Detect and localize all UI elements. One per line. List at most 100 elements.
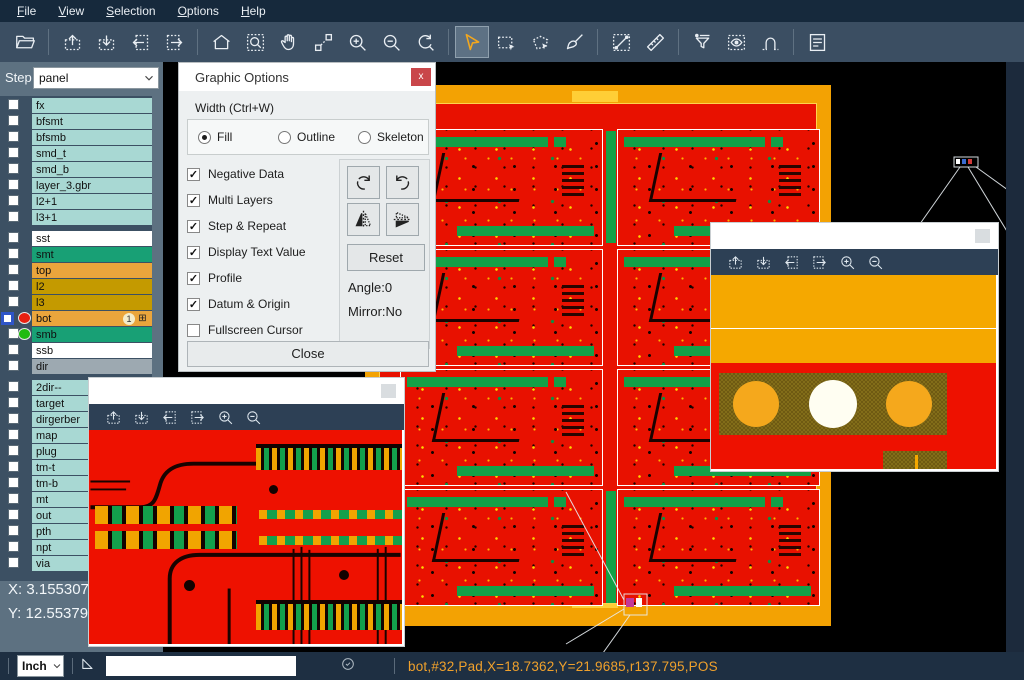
snap-button[interactable] [753, 26, 787, 58]
layer-row-fx[interactable]: fx [0, 98, 152, 113]
layer-row-smd_t[interactable]: smd_t [0, 146, 152, 161]
shift-down-button[interactable] [749, 254, 777, 271]
layer-visibility-checkbox[interactable] [8, 211, 19, 222]
zoom-previous-button[interactable] [408, 26, 442, 58]
layer-visibility-checkbox[interactable] [8, 381, 19, 392]
report-button[interactable] [800, 26, 834, 58]
menu-view[interactable]: View [47, 2, 95, 21]
reset-button[interactable]: Reset [347, 244, 425, 271]
clean-brush-button[interactable] [557, 26, 591, 58]
layer-visibility-checkbox[interactable] [8, 360, 19, 371]
layer-row-l3[interactable]: l3 [0, 295, 152, 310]
close-button[interactable]: Close [187, 341, 429, 367]
measure-distance-button[interactable] [604, 26, 638, 58]
layer-visibility-checkbox[interactable] [8, 296, 19, 307]
filter-button[interactable] [685, 26, 719, 58]
shift-right-button[interactable] [183, 409, 211, 426]
rotate-cw-button[interactable] [347, 166, 380, 199]
zoom-window-button[interactable] [238, 26, 272, 58]
checkbox-fullscreen-cursor[interactable]: Fullscreen Cursor [187, 317, 337, 343]
layer-visibility-checkbox[interactable] [8, 280, 19, 291]
grid-icon[interactable]: ⊞ [135, 313, 150, 324]
layer-visibility-checkbox[interactable] [8, 413, 19, 424]
menu-options[interactable]: Options [167, 2, 230, 21]
menu-file[interactable]: File [6, 2, 47, 21]
shift-up-button[interactable] [99, 409, 127, 426]
layer-row-sst[interactable]: sst [0, 231, 152, 246]
layer-row-top[interactable]: top [0, 263, 152, 278]
window-options-button[interactable] [975, 229, 990, 243]
select-cursor-button[interactable] [455, 26, 489, 58]
layer-row-smd_b[interactable]: smd_b [0, 162, 152, 177]
checkbox-profile[interactable]: ✓Profile [187, 265, 337, 291]
checkbox-datum-origin[interactable]: ✓Datum & Origin [187, 291, 337, 317]
shift-left-button[interactable] [155, 409, 183, 426]
vertical-scrollbar[interactable] [1006, 62, 1024, 652]
layer-visibility-checkbox[interactable] [8, 509, 19, 520]
layer-visibility-checkbox[interactable] [8, 445, 19, 456]
checkbox-negative-data[interactable]: ✓Negative Data [187, 161, 337, 187]
layer-row-l2[interactable]: l2 [0, 279, 152, 294]
shift-down-button[interactable] [89, 26, 123, 58]
shift-left-button[interactable] [777, 254, 805, 271]
magnifier-title-bar[interactable] [89, 378, 404, 404]
pan-hand-button[interactable] [272, 26, 306, 58]
window-options-button[interactable] [381, 384, 396, 398]
layer-visibility-checkbox[interactable] [8, 264, 19, 275]
checkbox-multi-layers[interactable]: ✓Multi Layers [187, 187, 337, 213]
layer-visibility-checkbox[interactable] [8, 525, 19, 536]
layer-row-l2+1[interactable]: l2+1 [0, 194, 152, 209]
magnifier-view-bottom[interactable] [89, 430, 402, 644]
shift-left-button[interactable] [123, 26, 157, 58]
layer-visibility-checkbox[interactable] [8, 557, 19, 568]
checkbox-display-text-value[interactable]: ✓Display Text Value [187, 239, 337, 265]
layer-row-ssb[interactable]: ssb [0, 343, 152, 358]
ruler-button[interactable] [638, 26, 672, 58]
layer-row-bfsmb[interactable]: bfsmb [0, 130, 152, 145]
shift-right-button[interactable] [157, 26, 191, 58]
home-view-button[interactable] [204, 26, 238, 58]
layer-visibility-checkbox[interactable] [8, 163, 19, 174]
zoom-in-button[interactable] [211, 409, 239, 426]
flip-vertical-button[interactable] [386, 203, 419, 236]
layer-row-layer_3.gbr[interactable]: layer_3.gbr [0, 178, 152, 193]
rect-select-button[interactable] [489, 26, 523, 58]
magnifier-view-top[interactable] [711, 275, 996, 469]
layer-row-smt[interactable]: smt [0, 247, 152, 262]
zoom-in-button[interactable] [340, 26, 374, 58]
layer-visibility-checkbox[interactable] [8, 147, 19, 158]
zoom-out-button[interactable] [861, 254, 889, 271]
layer-visibility-checkbox[interactable] [1, 312, 14, 325]
layer-row-dir[interactable]: dir [0, 359, 152, 374]
shift-down-button[interactable] [127, 409, 155, 426]
layer-visibility-checkbox[interactable] [8, 477, 19, 488]
polygon-select-button[interactable] [523, 26, 557, 58]
layer-row-l3+1[interactable]: l3+1 [0, 210, 152, 225]
shift-up-button[interactable] [55, 26, 89, 58]
layer-visibility-checkbox[interactable] [8, 131, 19, 142]
layer-visibility-checkbox[interactable] [8, 344, 19, 355]
layer-visibility-checkbox[interactable] [8, 461, 19, 472]
layer-visibility-checkbox[interactable] [8, 429, 19, 440]
layer-row-smb[interactable]: smb [0, 327, 152, 342]
layer-visibility-checkbox[interactable] [8, 248, 19, 259]
menu-selection[interactable]: Selection [95, 2, 166, 21]
layer-visibility-checkbox[interactable] [8, 115, 19, 126]
unit-select[interactable]: Inch [17, 655, 64, 677]
checkbox-step-repeat[interactable]: ✓Step & Repeat [187, 213, 337, 239]
radio-fill[interactable]: Fill [198, 130, 268, 144]
layer-visibility-checkbox[interactable] [8, 99, 19, 110]
radio-outline[interactable]: Outline [278, 130, 348, 144]
zoom-out-button[interactable] [374, 26, 408, 58]
step-select[interactable]: panel [33, 67, 159, 89]
move-object-button[interactable] [306, 26, 340, 58]
rotate-ccw-button[interactable] [386, 166, 419, 199]
menu-help[interactable]: Help [230, 2, 277, 21]
layer-row-bfsmt[interactable]: bfsmt [0, 114, 152, 129]
layer-visibility-checkbox[interactable] [8, 541, 19, 552]
command-input[interactable] [106, 656, 296, 676]
dialog-close-icon[interactable]: x [411, 68, 431, 86]
layer-visibility-checkbox[interactable] [8, 232, 19, 243]
shift-right-button[interactable] [805, 254, 833, 271]
view-options-button[interactable] [719, 26, 753, 58]
